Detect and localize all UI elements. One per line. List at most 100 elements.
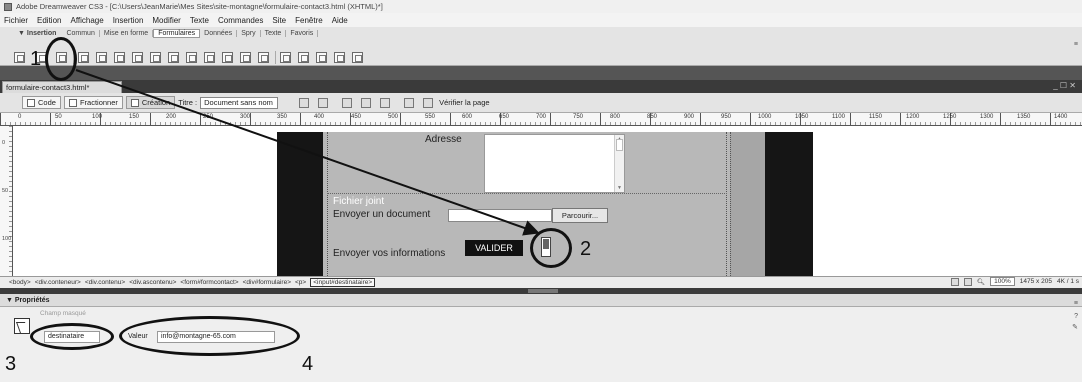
spry-validation-extra-icon[interactable]	[352, 52, 363, 63]
tag-selector: <body> <div.conteneur> <div.contenu> <di…	[0, 276, 1082, 288]
tab-mise-en-forme[interactable]: Mise en forme	[100, 29, 154, 37]
ruler-h-tick-label: 350	[277, 114, 288, 120]
tag-p[interactable]: <p>	[295, 279, 306, 286]
menu-commandes[interactable]: Commandes	[218, 16, 263, 25]
code-icon	[27, 98, 35, 107]
view-options-icon[interactable]	[361, 97, 372, 108]
window-size[interactable]: 1475 x 205	[1020, 278, 1052, 285]
insert-bar-label[interactable]: ▼ Insertion	[18, 30, 56, 37]
menu-site[interactable]: Site	[272, 16, 286, 25]
tab-formulaires[interactable]: Formulaires	[153, 28, 201, 38]
zoom-tool-icon[interactable]: 🔍︎	[977, 278, 985, 286]
panel-menu-icon[interactable]: ≡	[1074, 300, 1078, 307]
split-icon	[68, 98, 77, 107]
help-icon[interactable]: ?	[1074, 313, 1078, 320]
ruler-h-tick-label: 800	[610, 114, 621, 120]
menu-aide[interactable]: Aide	[332, 16, 348, 25]
spry-validation-checkbox-icon[interactable]	[316, 52, 327, 63]
preview-browser-icon[interactable]	[318, 97, 329, 108]
label-icon[interactable]	[240, 52, 251, 63]
radio-button-icon[interactable]	[114, 52, 125, 63]
design-icon	[130, 98, 139, 107]
button-icon[interactable]	[222, 52, 233, 63]
submit-button[interactable]: VALIDER	[465, 240, 523, 256]
validate-icon[interactable]	[423, 97, 434, 108]
annotation-ellipse-3	[30, 323, 114, 350]
file-field-icon[interactable]	[204, 52, 215, 63]
tag-body[interactable]: <body>	[9, 279, 31, 286]
tab-texte[interactable]: Texte	[261, 29, 287, 37]
annotation-ellipse-4	[119, 316, 300, 356]
ruler-h-tick-label: 1250	[943, 114, 957, 120]
properties-header[interactable]: ▼ Propriétés	[0, 294, 1082, 307]
menu-insertion[interactable]: Insertion	[113, 16, 144, 25]
ruler-h-tick-label: 1300	[980, 114, 994, 120]
ruler-h-tick-label: 1100	[832, 114, 845, 120]
file-input[interactable]	[448, 209, 552, 222]
list-menu-icon[interactable]	[150, 52, 161, 63]
tab-commun[interactable]: Commun	[62, 29, 100, 37]
ruler-v-tick-label: 100	[2, 236, 12, 242]
code-view-button[interactable]: Code	[22, 96, 61, 109]
ruler-h-tick-label: 900	[684, 114, 695, 120]
document-title-input[interactable]: Document sans nom	[200, 96, 279, 109]
textarea-icon[interactable]	[78, 52, 89, 63]
zoom-select[interactable]: 100%	[990, 277, 1015, 286]
annotation-number-1: 1	[30, 48, 42, 70]
fieldset-icon[interactable]	[258, 52, 269, 63]
menu-affichage[interactable]: Affichage	[70, 16, 103, 25]
annotation-number-4: 4	[302, 353, 314, 375]
ruler-h-tick-label: 300	[240, 114, 251, 120]
menu-fichier[interactable]: Fichier	[4, 16, 28, 25]
checkbox-icon[interactable]	[96, 52, 107, 63]
splitter-handle[interactable]	[528, 289, 558, 293]
file-management-icon[interactable]	[299, 97, 310, 108]
scroll-down-icon[interactable]: ▼	[617, 185, 622, 191]
menu-fenetre[interactable]: Fenêtre	[295, 16, 323, 25]
spry-validation-select-icon[interactable]	[298, 52, 309, 63]
tab-spry[interactable]: Spry	[237, 29, 261, 37]
validate-page-label[interactable]: Vérifier la page	[439, 98, 489, 107]
ruler-h-tick-label: 650	[499, 114, 510, 120]
radio-group-icon[interactable]	[132, 52, 143, 63]
ruler-h-tick-label: 500	[388, 114, 399, 120]
browse-button[interactable]: Parcourir...	[552, 208, 608, 223]
tag-div-formulaire[interactable]: <div#formulaire>	[243, 279, 291, 286]
panel-options-icon[interactable]: ≡	[1074, 41, 1078, 48]
tag-div-conteneur[interactable]: <div.conteneur>	[35, 279, 81, 286]
adresse-textarea[interactable]: ▲ ▼	[484, 134, 625, 193]
spry-validation-text-icon[interactable]	[280, 52, 291, 63]
window-title: Adobe Dreamweaver CS3 - [C:\Users\JeanMa…	[16, 2, 383, 11]
tab-donnees[interactable]: Données	[200, 29, 238, 37]
jump-menu-icon[interactable]	[168, 52, 179, 63]
menu-modifier[interactable]: Modifier	[152, 16, 180, 25]
split-view-button[interactable]: Fractionner	[63, 96, 123, 109]
design-view-button[interactable]: Création	[125, 96, 176, 109]
menu-edition[interactable]: Edition	[37, 16, 61, 25]
browser-compat-icon[interactable]	[404, 97, 415, 108]
scroll-thumb[interactable]	[616, 139, 623, 151]
image-field-icon[interactable]	[186, 52, 197, 63]
tag-div-contenu[interactable]: <div.contenu>	[85, 279, 125, 286]
refresh-icon[interactable]	[342, 97, 353, 108]
form-icon[interactable]	[14, 52, 25, 63]
hand-tool-icon[interactable]	[963, 277, 972, 286]
document-window-controls[interactable]: _ ☐ ✕	[1053, 81, 1076, 90]
title-bar: Adobe Dreamweaver CS3 - [C:\Users\JeanMa…	[0, 0, 1082, 13]
spry-validation-textarea-icon[interactable]	[334, 52, 345, 63]
ruler-h-tick-label: 1200	[906, 114, 920, 120]
textarea-scrollbar[interactable]: ▲ ▼	[614, 135, 624, 192]
menu-texte[interactable]: Texte	[190, 16, 209, 25]
tab-favoris[interactable]: Favoris	[286, 29, 319, 37]
select-tool-icon[interactable]	[950, 277, 959, 286]
ruler-h-tick-label: 700	[536, 114, 547, 120]
tag-form[interactable]: <form#formcontact>	[180, 279, 238, 286]
quick-tag-editor-icon[interactable]: ✎	[1072, 323, 1078, 331]
ruler-h-tick-label: 750	[573, 114, 584, 120]
tag-input-destinataire[interactable]: <input#destinataire>	[310, 278, 376, 287]
status-right: 🔍︎ 100% 1475 x 205 4K / 1 s	[950, 277, 1079, 286]
tag-div-ascontenu[interactable]: <div.ascontenu>	[129, 279, 176, 286]
ruler-h-tick-label: 550	[425, 114, 436, 120]
document-tab[interactable]: formulaire-contact3.html*	[2, 81, 122, 93]
visual-aids-icon[interactable]	[380, 97, 391, 108]
